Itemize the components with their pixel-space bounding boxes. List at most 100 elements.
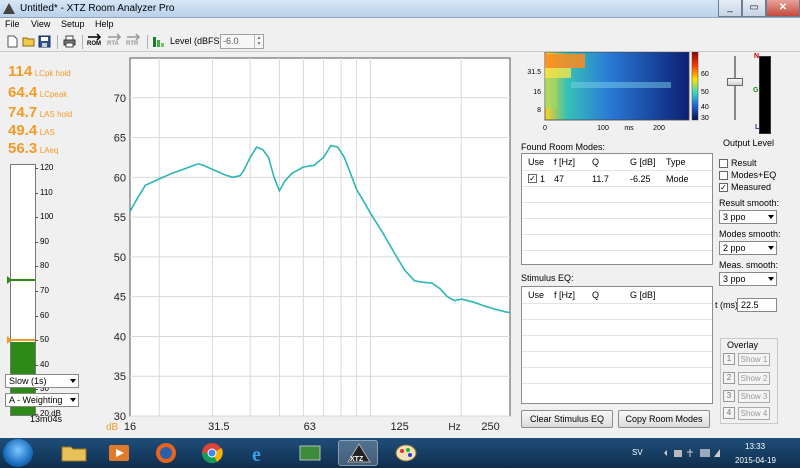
decay-hotspot [545,68,571,78]
save-icon[interactable] [38,35,51,48]
speed-select[interactable]: Slow (1s) [5,374,79,388]
reading-value: 74.7 [8,104,38,121]
menu-setup[interactable]: Setup [61,19,85,29]
decay-hotspot [545,78,557,108]
room-modes-label: Found Room Modes: [521,142,606,152]
level-value: -6.0 [223,36,239,46]
chevron-down-icon [768,215,774,219]
close-button[interactable]: ✕ [766,0,800,17]
rta-mode-button[interactable]: RTA [107,33,125,50]
x-tick-label: 125 [390,421,408,433]
window-title: Untitled* - XTZ Room Analyzer Pro [20,3,175,14]
output-level-n: N [754,53,760,60]
open-folder-icon[interactable] [22,35,35,48]
weighting-value: A - Weighting [9,395,63,405]
modes-smooth-select[interactable]: 2 ppo [719,241,777,255]
clear-stimulus-eq-button[interactable]: Clear Stimulus EQ [521,410,613,428]
decay-streak [571,82,671,88]
use-checkbox[interactable]: ✓ [528,174,537,183]
table-divider [522,218,712,219]
chevron-down-icon [70,398,76,402]
rom-label: ROM [87,41,101,47]
chrome-icon[interactable] [192,440,232,466]
table-divider [522,383,712,384]
elapsed-time: 13m04s [30,414,63,424]
stimulus-eq-table: Use f [Hz] Q G [dB] [521,286,713,404]
media-player-icon[interactable] [100,440,140,466]
mode-frequency: 47 [554,174,565,184]
copy-room-modes-button[interactable]: Copy Room Modes [618,410,710,428]
reading-unit: LCpk hold [34,69,71,78]
table-divider [522,202,712,203]
result-checkbox[interactable] [719,159,728,168]
firefox-icon[interactable] [146,440,186,466]
maximize-button[interactable]: ▭ [742,0,766,17]
level-spinner[interactable]: ▲ ▼ [254,35,263,48]
table-row[interactable]: ✓ 1 47 11.7 -6.25 Mode [522,171,712,186]
sound-level-panel: 114 LCpk hold 64.4 LCpeak 74.7 LAS hold … [0,52,88,438]
reading-las: 49.4 LAS [8,122,55,139]
meter-scale-label: 60 [35,310,49,320]
new-file-icon[interactable] [6,35,19,48]
reading-laeq: 56.3 LAeq [8,140,58,157]
output-level-slider[interactable] [725,56,745,120]
meas-smooth-select[interactable]: 3 ppo [719,272,777,286]
modes-eq-checkbox[interactable] [719,171,728,180]
modes-eq-label: Modes+EQ [731,170,777,180]
meter-scale-label: 110 [35,187,53,197]
rtr-mode-button[interactable]: RTR [126,33,144,50]
y-tick-label: 65 [114,133,126,145]
menu-file[interactable]: File [5,19,20,29]
measured-checkbox[interactable]: ✓ [719,183,728,192]
level-input[interactable]: -6.0 ▲ ▼ [220,34,264,49]
show-4-button[interactable]: Show 4 [738,407,770,420]
print-icon[interactable] [63,35,76,48]
menu-help[interactable]: Help [95,19,114,29]
show-3-button[interactable]: Show 3 [738,390,770,403]
modes-smooth-value: 2 ppo [723,243,746,253]
tray-icons[interactable] [662,447,722,459]
level-label: Level (dBFS) [170,36,223,46]
xtz-app-label: XTZ [350,456,364,463]
overlay-slot: 3 [723,390,735,402]
xtz-app-icon[interactable]: XTZ [338,440,378,466]
rtr-label: RTR [126,41,139,47]
result-smooth-label: Result smooth: [719,198,780,208]
internet-explorer-icon[interactable]: e [240,440,280,466]
start-button[interactable] [3,439,33,467]
column-header: Q [592,290,600,300]
device-app-icon[interactable] [290,440,330,466]
output-level-label: Output Level [723,138,775,148]
meas-smooth-label: Meas. smooth: [719,260,779,270]
x-tick-label: 16 [124,421,136,433]
modes-smooth-label: Modes smooth: [719,229,781,239]
minimize-button[interactable]: _ [718,0,742,17]
table-divider [522,335,712,336]
file-explorer-icon[interactable] [54,440,94,466]
paint-icon[interactable] [386,440,426,466]
weighting-select[interactable]: A - Weighting [5,393,79,407]
t-ms-value: 22.5 [741,300,759,310]
clock-date[interactable]: 2015-04-19 [735,456,776,465]
slider-thumb[interactable] [727,78,743,86]
show-1-button[interactable]: Show 1 [738,353,770,366]
reading-lcpeak: 64.4 LCpeak [8,84,67,101]
t-ms-input[interactable]: 22.5 [737,298,777,312]
menu-view[interactable]: View [31,19,50,29]
measured-label: Measured [731,182,772,192]
column-header: Use [528,290,545,300]
toolbar-separator [147,35,148,49]
reading-lcpk-hold: 114 LCpk hold [8,63,71,80]
clock-time[interactable]: 13:33 [745,442,765,451]
show-2-button[interactable]: Show 2 [738,372,770,385]
menu-bar: File View Setup Help [0,18,800,32]
result-smooth-select[interactable]: 3 ppo [719,210,777,224]
t-ms-label: t (ms) [715,300,738,310]
rom-mode-button[interactable]: ROM [87,33,105,50]
language-indicator[interactable]: SV [632,448,643,457]
decay-ytick: 31.5 [527,69,541,76]
x-tick-label: 63 [304,421,316,433]
decay-xtick: 200 [653,125,665,132]
output-level-g: G [753,87,759,94]
plot-area [129,57,511,417]
